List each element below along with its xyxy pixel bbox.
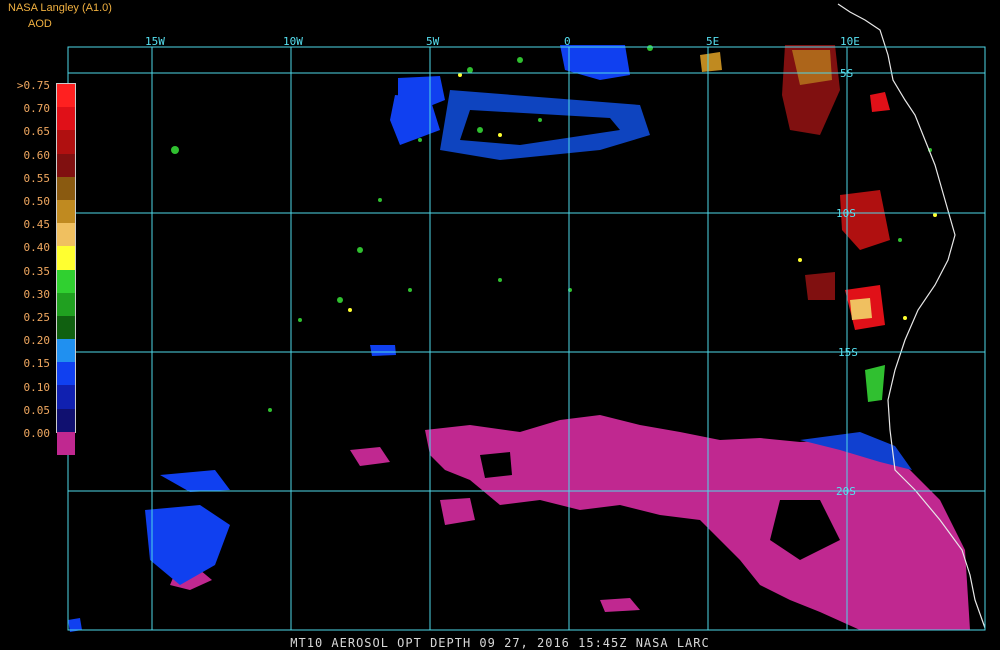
legend-label: 0.40 xyxy=(23,241,51,255)
legend-label: 0.00 xyxy=(23,427,51,440)
product-label: AOD xyxy=(28,18,52,30)
legend-label: 0.35 xyxy=(23,264,51,278)
legend-swatch xyxy=(57,153,75,177)
legend-swatch xyxy=(57,130,75,154)
legend-label: 0.10 xyxy=(23,380,51,394)
legend-label: 0.55 xyxy=(23,171,51,185)
lon-label-10e: 10E xyxy=(840,35,860,48)
legend-swatch xyxy=(57,315,75,340)
lon-label-5w: 5W xyxy=(426,35,440,48)
legend-swatch xyxy=(57,176,75,200)
legend-swatch xyxy=(57,223,75,247)
legend-swatch xyxy=(57,246,75,270)
legend-swatch xyxy=(57,431,75,455)
lon-label-0: 0 xyxy=(564,35,571,48)
lat-label-15s: 15S xyxy=(838,346,858,359)
legend-swatch xyxy=(57,385,75,409)
legend-swatch xyxy=(57,339,75,363)
legend-label: 0.30 xyxy=(23,287,51,301)
legend-label: >0.75 xyxy=(16,79,50,92)
lat-label-10s: 10S xyxy=(836,207,856,220)
legend-label: 0.15 xyxy=(23,357,51,371)
legend-label: 0.05 xyxy=(23,403,51,417)
legend-swatch xyxy=(57,269,75,293)
legend-swatch xyxy=(57,199,75,224)
legend-swatch xyxy=(57,362,75,386)
lon-label-10w: 10W xyxy=(283,35,303,48)
legend-swatch xyxy=(57,107,75,131)
legend-label: 0.20 xyxy=(23,334,51,348)
color-legend xyxy=(56,83,76,455)
legend-label: 0.60 xyxy=(23,148,51,162)
lat-label-20s: 20S xyxy=(836,485,856,498)
legend-label: 0.25 xyxy=(23,311,51,324)
legend-label: 0.50 xyxy=(23,195,51,208)
lat-label-5s: 5S xyxy=(840,67,854,80)
lon-label-5e: 5E xyxy=(706,35,720,48)
legend-label: 0.65 xyxy=(23,125,51,139)
high-aod-patches xyxy=(700,45,890,402)
legend-swatch xyxy=(57,408,75,432)
legend-swatch xyxy=(57,84,75,108)
footer-caption: MT10 AEROSOL OPT DEPTH 09 27, 2016 15:45… xyxy=(290,636,710,650)
lon-label-15w: 15W xyxy=(145,35,165,48)
legend-label: 0.45 xyxy=(23,218,51,232)
legend-label: 0.70 xyxy=(23,102,51,116)
legend-swatch xyxy=(57,292,75,316)
product-title: NASA Langley (A1.0) xyxy=(8,2,112,14)
aod-map xyxy=(67,3,986,632)
